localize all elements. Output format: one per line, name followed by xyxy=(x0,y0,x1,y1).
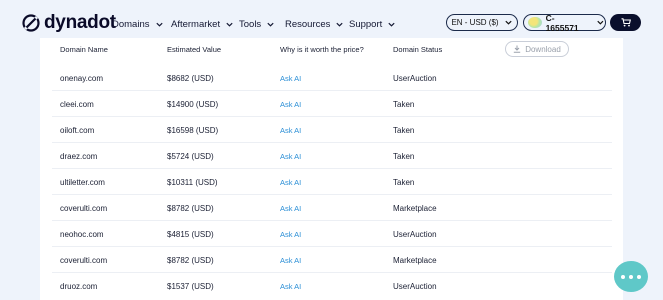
estimated-value: $14900 (USD) xyxy=(167,100,219,109)
table-row: coverulti.com $8782 (USD) Ask AI Marketp… xyxy=(52,247,612,273)
estimated-value: $10311 (USD) xyxy=(167,178,218,187)
domain-status: Marketplace xyxy=(393,256,437,265)
estimated-value: $8682 (USD) xyxy=(167,74,214,83)
nav-label: Domains xyxy=(112,18,150,30)
estimated-value: $8782 (USD) xyxy=(167,256,214,265)
chevron-down-icon xyxy=(267,22,274,27)
domain-status: UserAuction xyxy=(393,74,437,83)
ask-ai-link[interactable]: Ask AI xyxy=(280,74,301,83)
ask-ai-link[interactable]: Ask AI xyxy=(280,100,301,109)
table-row: neohoc.com $4815 (USD) Ask AI UserAuctio… xyxy=(52,221,612,247)
language-currency-selector[interactable]: EN - USD ($) xyxy=(446,14,518,31)
chevron-down-icon xyxy=(388,22,395,27)
domain-name[interactable]: cleei.com xyxy=(60,100,94,109)
table-row: coverulti.com $8782 (USD) Ask AI Marketp… xyxy=(52,195,612,221)
domain-name[interactable]: onenay.com xyxy=(60,74,103,83)
domain-status: Taken xyxy=(393,152,415,161)
nav-label: Support xyxy=(349,18,383,30)
table-row: oiloft.com $16598 (USD) Ask AI Taken xyxy=(52,117,612,143)
chevron-down-icon xyxy=(226,22,233,27)
ask-ai-link[interactable]: Ask AI xyxy=(280,152,301,161)
column-header-status: Domain Status xyxy=(393,45,443,54)
domain-status: Taken xyxy=(393,100,415,109)
ask-ai-link[interactable]: Ask AI xyxy=(280,178,301,187)
table-row: draez.com $5724 (USD) Ask AI Taken xyxy=(52,143,612,169)
chevron-down-icon xyxy=(597,20,604,25)
estimated-value: $8782 (USD) xyxy=(167,204,214,213)
nav-label: Tools xyxy=(239,18,262,30)
nav-label: Aftermarket xyxy=(171,18,221,30)
cart-button[interactable] xyxy=(610,14,641,31)
table-row: druoz.com $1537 (USD) Ask AI UserAuction xyxy=(52,273,612,299)
download-icon xyxy=(514,45,521,53)
nav-support[interactable]: Support xyxy=(349,17,396,31)
table-row: cleei.com $14900 (USD) Ask AI Taken xyxy=(52,91,612,117)
nav-label: Resources xyxy=(285,18,331,30)
account-menu[interactable]: C-1655571 xyxy=(523,12,606,33)
brand-name: dynadot xyxy=(44,12,116,33)
domain-name[interactable]: neohoc.com xyxy=(60,230,104,239)
brand-logo[interactable]: dynadot xyxy=(22,12,116,34)
column-header-value: Estimated Value xyxy=(167,45,222,54)
download-button[interactable]: Download xyxy=(505,41,569,57)
domain-status: UserAuction xyxy=(393,282,437,291)
estimated-value: $4815 (USD) xyxy=(167,230,214,239)
ask-ai-link[interactable]: Ask AI xyxy=(280,282,301,291)
domain-name[interactable]: coverulti.com xyxy=(60,204,107,213)
chevron-down-icon xyxy=(155,22,163,27)
chat-widget-button[interactable] xyxy=(614,261,648,292)
chat-dots-icon xyxy=(637,274,641,279)
account-id: C-1655571 xyxy=(545,12,579,33)
nav-resources[interactable]: Resources xyxy=(285,17,344,31)
column-header-why: Why is it worth the price? xyxy=(280,45,364,54)
language-label: EN - USD ($) xyxy=(451,18,499,27)
dynadot-logo-icon xyxy=(22,14,40,32)
ask-ai-link[interactable]: Ask AI xyxy=(280,204,301,213)
nav-domains[interactable]: Domains xyxy=(112,17,164,31)
table-row: ultiletter.com $10311 (USD) Ask AI Taken xyxy=(52,169,612,195)
nav-aftermarket[interactable]: Aftermarket xyxy=(171,17,234,31)
cart-icon xyxy=(621,18,631,27)
domain-status: Taken xyxy=(393,178,415,187)
domain-status: Taken xyxy=(393,126,415,135)
domain-status: Marketplace xyxy=(393,204,437,213)
download-label: Download xyxy=(525,44,561,54)
ask-ai-link[interactable]: Ask AI xyxy=(280,230,301,239)
estimated-value: $1537 (USD) xyxy=(167,282,214,291)
domain-name[interactable]: druoz.com xyxy=(60,282,97,291)
domain-name[interactable]: oiloft.com xyxy=(60,126,94,135)
nav-tools[interactable]: Tools xyxy=(239,17,275,31)
domain-status: UserAuction xyxy=(393,230,437,239)
domain-name[interactable]: coverulti.com xyxy=(60,256,107,265)
chat-dots-icon xyxy=(629,274,633,279)
table-row: onenay.com $8682 (USD) Ask AI UserAuctio… xyxy=(52,65,612,91)
domain-name[interactable]: draez.com xyxy=(60,152,97,161)
chat-dots-icon xyxy=(621,274,625,279)
chevron-down-icon xyxy=(504,20,512,25)
chevron-down-icon xyxy=(336,22,344,27)
avatar xyxy=(528,17,542,28)
estimated-value: $16598 (USD) xyxy=(167,126,219,135)
ask-ai-link[interactable]: Ask AI xyxy=(280,256,301,265)
ask-ai-link[interactable]: Ask AI xyxy=(280,126,301,135)
domain-name[interactable]: ultiletter.com xyxy=(60,178,105,187)
estimated-value: $5724 (USD) xyxy=(167,152,214,161)
column-header-domain: Domain Name xyxy=(60,45,108,54)
